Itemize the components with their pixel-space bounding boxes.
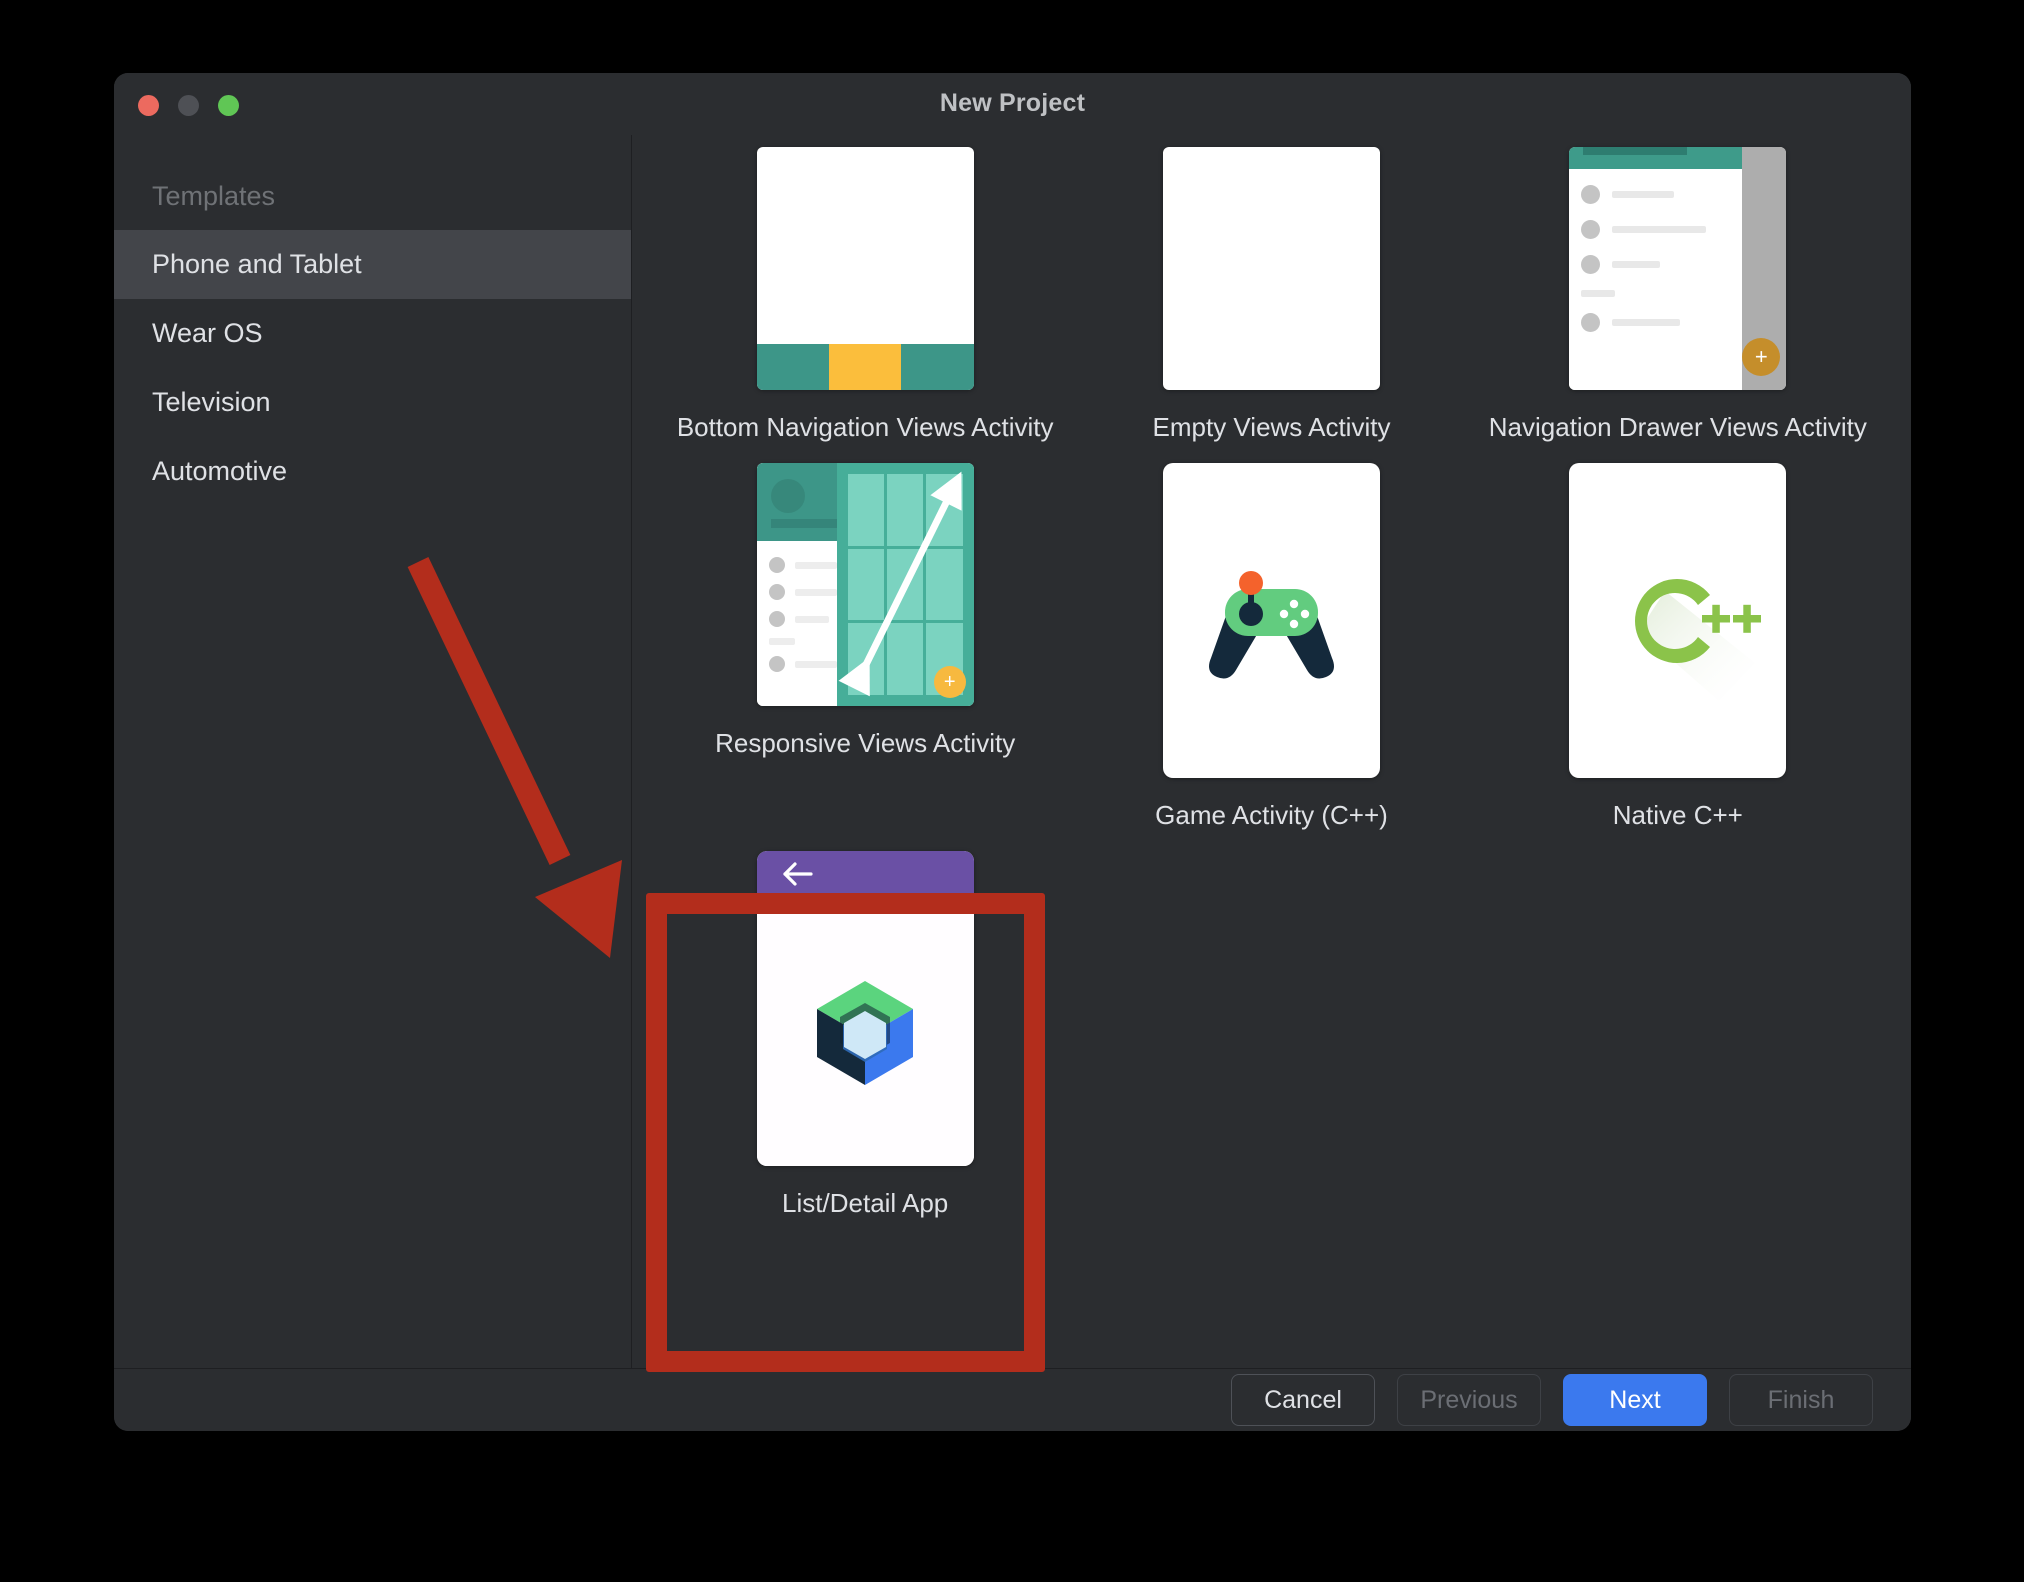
- drawer-appbar: [1569, 147, 1742, 169]
- floating-action-button-icon: +: [934, 666, 966, 698]
- avatar: [771, 479, 805, 513]
- template-card-navigation-drawer[interactable]: + Navigation Drawer Views Activity: [1475, 135, 1881, 443]
- dialog-footer: Cancel Previous Next Finish: [114, 1368, 1911, 1431]
- bottom-nav-bar: [757, 344, 974, 390]
- template-card-empty-views[interactable]: Empty Views Activity: [1068, 135, 1474, 443]
- list-item-line: [795, 562, 837, 569]
- list-item: [1581, 313, 1742, 332]
- template-card-native-cpp[interactable]: Native C++: [1475, 451, 1881, 831]
- template-card-responsive-views[interactable]: + Responsive Views Activity: [662, 451, 1068, 831]
- previous-button: Previous: [1397, 1374, 1541, 1426]
- list-item-line: [1612, 226, 1706, 233]
- template-label: Responsive Views Activity: [715, 728, 1015, 759]
- bottom-nav-segment-1: [757, 344, 829, 390]
- responsive-list: [757, 541, 837, 672]
- list-detail-content: [757, 897, 974, 1166]
- list-detail-appbar: [757, 851, 974, 897]
- list-item: [1581, 185, 1742, 204]
- avatar: [769, 584, 785, 600]
- avatar: [1581, 185, 1600, 204]
- back-arrow-icon: [771, 851, 831, 897]
- cancel-button[interactable]: Cancel: [1231, 1374, 1375, 1426]
- list-item-line: [1612, 261, 1660, 268]
- sidebar-header: Templates: [114, 163, 631, 230]
- sidebar-item-automotive[interactable]: Automotive: [114, 437, 631, 506]
- drawer-list: [1569, 169, 1742, 390]
- avatar: [769, 611, 785, 627]
- template-label: Navigation Drawer Views Activity: [1489, 412, 1867, 443]
- jetpack-compose-cube-icon: [806, 973, 924, 1091]
- cpp-logo-icon: [1569, 463, 1786, 778]
- drawer-appbar-accent: [1583, 147, 1687, 155]
- template-label: Bottom Navigation Views Activity: [677, 412, 1054, 443]
- template-card-list-detail-app[interactable]: List/Detail App: [662, 839, 1068, 1219]
- cpp-logo-thumbnail: [1569, 463, 1786, 778]
- list-item-line: [1612, 319, 1680, 326]
- list-item: [1581, 220, 1742, 239]
- bottom-nav-segment-3: [901, 344, 973, 390]
- list-item: [769, 611, 837, 627]
- avatar: [1581, 220, 1600, 239]
- navigation-drawer-thumbnail: +: [1569, 147, 1786, 390]
- empty-views-thumbnail: [1163, 147, 1380, 390]
- responsive-right-pane: +: [837, 463, 974, 706]
- next-button[interactable]: Next: [1563, 1374, 1707, 1426]
- avatar: [769, 557, 785, 573]
- list-item-line: [795, 661, 837, 668]
- list-item-line: [1612, 191, 1674, 198]
- template-label: Empty Views Activity: [1153, 412, 1391, 443]
- templates-grid: Bottom Navigation Views Activity Empty V…: [632, 135, 1911, 1219]
- template-label: List/Detail App: [782, 1188, 948, 1219]
- jetpack-compose-cube-thumbnail: [757, 851, 974, 1166]
- template-label: Native C++: [1613, 800, 1743, 831]
- template-card-bottom-navigation[interactable]: Bottom Navigation Views Activity: [662, 135, 1068, 443]
- responsive-views-thumbnail: +: [757, 463, 974, 706]
- dialog-body: Templates Phone and Tablet Wear OS Telev…: [114, 135, 1911, 1368]
- finish-button: Finish: [1729, 1374, 1873, 1426]
- drawer-header-line: [771, 519, 841, 528]
- sidebar-item-wear-os[interactable]: Wear OS: [114, 299, 631, 368]
- responsive-drawer-header: [757, 463, 837, 541]
- new-project-dialog: New Project Templates Phone and Tablet W…: [114, 73, 1911, 1431]
- list-item: [1581, 255, 1742, 274]
- list-item-line: [795, 589, 837, 596]
- templates-sidebar: Templates Phone and Tablet Wear OS Telev…: [114, 135, 632, 1368]
- template-label: Game Activity (C++): [1155, 800, 1388, 831]
- window-title: New Project: [114, 89, 1911, 118]
- template-card-game-activity[interactable]: Game Activity (C++): [1068, 451, 1474, 831]
- avatar: [769, 656, 785, 672]
- list-item: [769, 584, 837, 600]
- avatar: [1581, 255, 1600, 274]
- window-titlebar: New Project: [114, 73, 1911, 135]
- list-item: [769, 557, 837, 573]
- templates-grid-panel: Bottom Navigation Views Activity Empty V…: [632, 135, 1911, 1368]
- list-subheader-line: [769, 638, 795, 645]
- list-item-line: [795, 616, 829, 623]
- bottom-navigation-thumbnail: [757, 147, 974, 390]
- gamepad-thumbnail: [1163, 463, 1380, 778]
- responsive-left-pane: [757, 463, 837, 706]
- avatar: [1581, 313, 1600, 332]
- responsive-layout: +: [757, 463, 974, 706]
- sidebar-item-phone-and-tablet[interactable]: Phone and Tablet: [114, 230, 631, 299]
- list-item: [769, 656, 837, 672]
- sidebar-item-television[interactable]: Television: [114, 368, 631, 437]
- bottom-nav-segment-2: [829, 344, 901, 390]
- gamepad-icon: [1163, 463, 1380, 778]
- screenshot-root: New Project Templates Phone and Tablet W…: [0, 0, 2024, 1582]
- list-subheader-line: [1581, 290, 1615, 297]
